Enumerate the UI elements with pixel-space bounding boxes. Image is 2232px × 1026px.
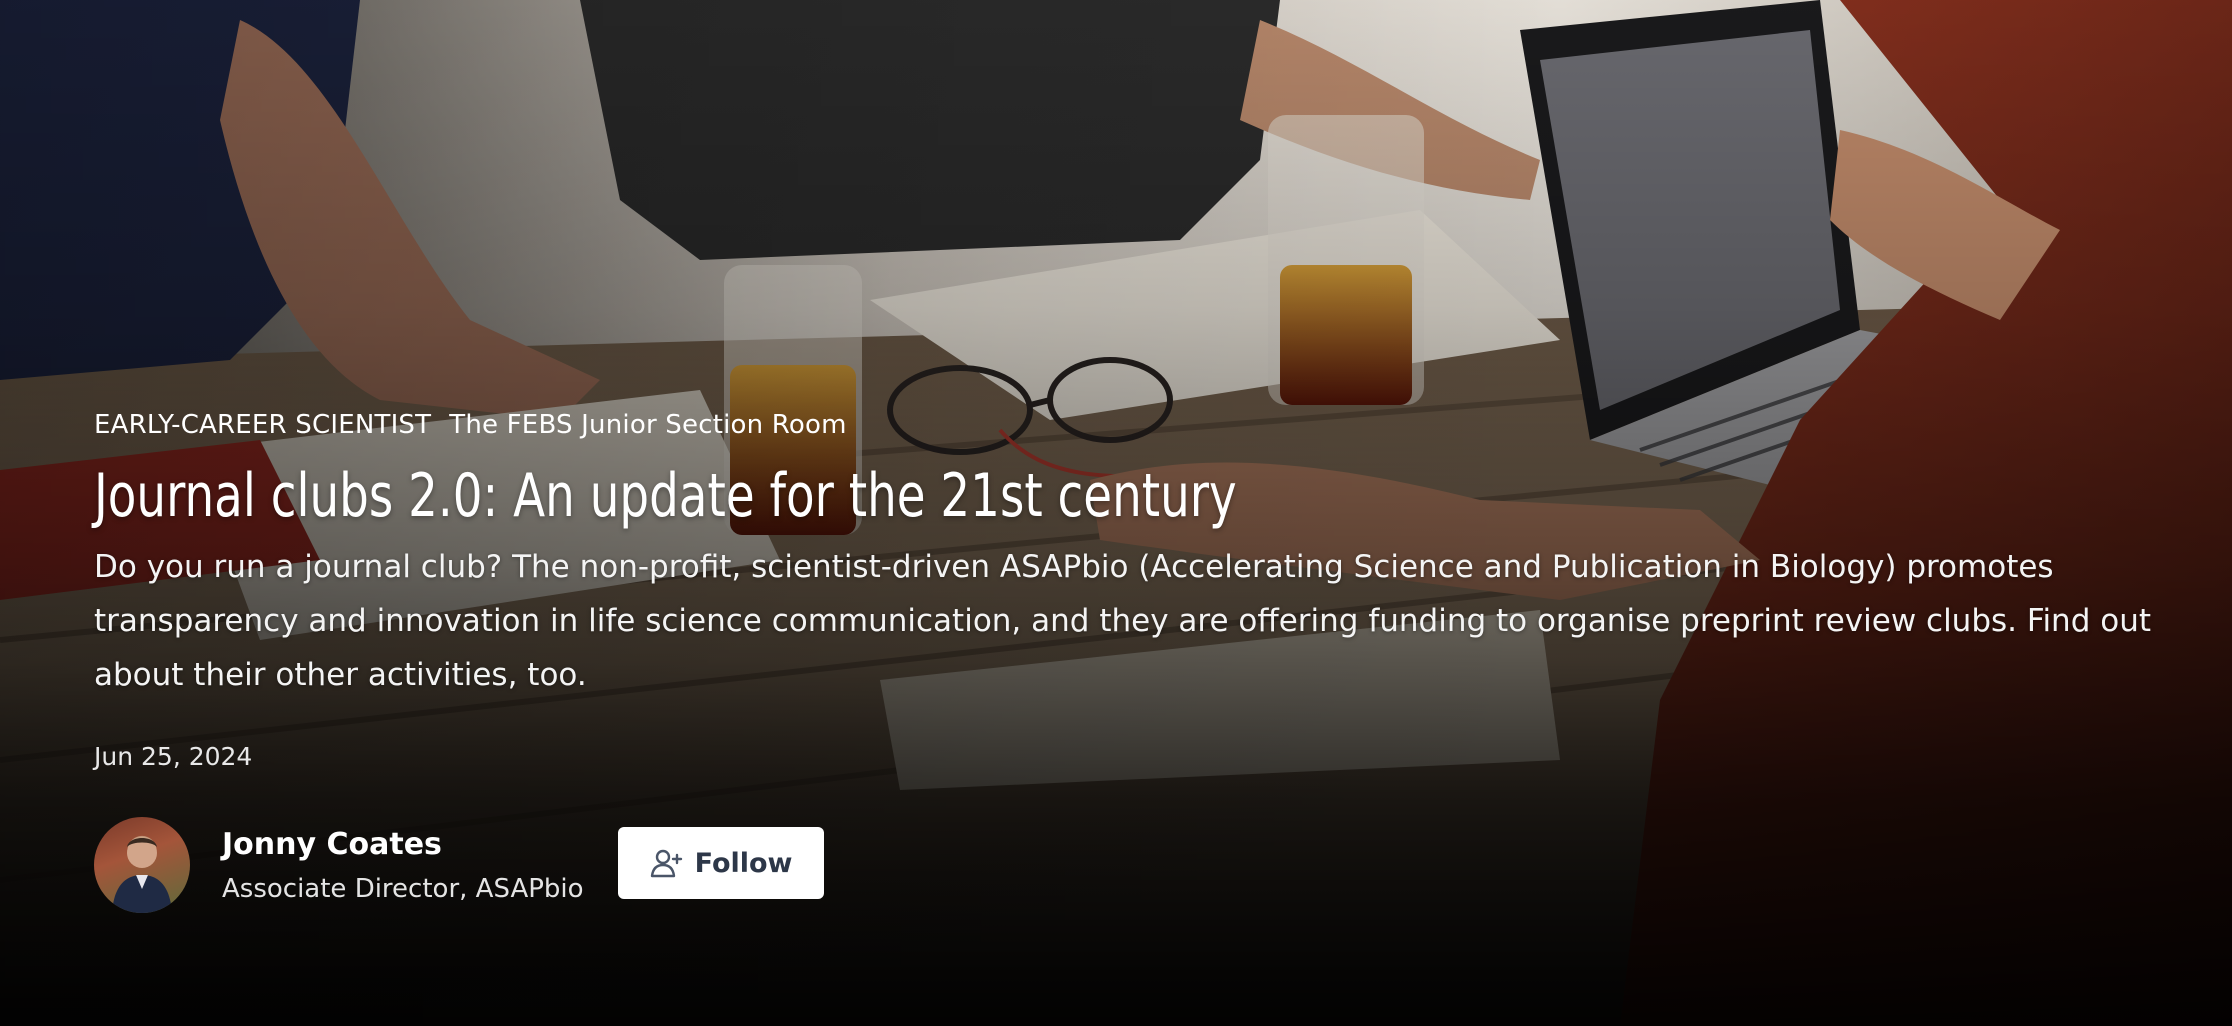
user-plus-icon [650,849,682,878]
article-summary: Do you run a journal club? The non-profi… [94,549,2152,693]
follow-label: Follow [694,847,793,879]
follow-button[interactable]: Follow [617,827,824,899]
section-link[interactable]: EARLY-CAREER SCIENTIST [94,410,431,440]
author-avatar[interactable] [94,817,190,913]
article-title[interactable]: Journal clubs 2.0: An update for the 21s… [94,462,1716,530]
publish-date: Jun 25, 2024 [94,742,253,771]
column-link[interactable]: The FEBS Junior Section Room [449,410,846,440]
author-meta: Jonny Coates Associate Director, ASAPbio [222,827,584,904]
hero-banner: EARLY-CAREER SCIENTIST The FEBS Junior S… [0,0,2232,1026]
author-role: Associate Director, ASAPbio [222,873,584,904]
author-name[interactable]: Jonny Coates [222,827,584,862]
hero-content: EARLY-CAREER SCIENTIST The FEBS Junior S… [94,410,2174,913]
article-kicker: EARLY-CAREER SCIENTIST The FEBS Junior S… [94,410,2174,440]
author-block: Jonny Coates Associate Director, ASAPbio… [94,817,2174,913]
